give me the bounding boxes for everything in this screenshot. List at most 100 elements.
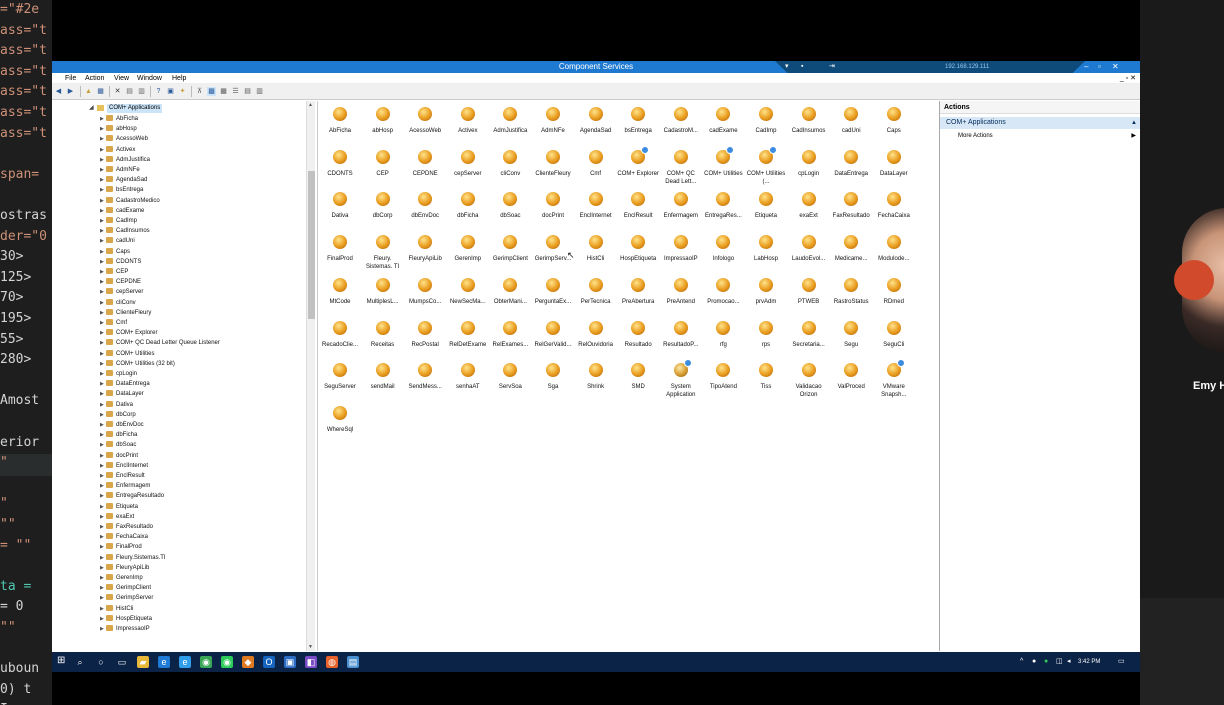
mstsc-icon[interactable]: ▤ [347, 656, 359, 668]
application-item[interactable]: FaxResultado [830, 192, 872, 220]
show-hide-tree-icon[interactable]: ▦ [96, 87, 105, 96]
application-item[interactable]: abHosp [362, 107, 404, 135]
tree-item[interactable]: ▶ docPrint [100, 451, 138, 461]
forward-icon[interactable]: ▶ [66, 87, 75, 96]
chrome-icon[interactable]: ◉ [200, 656, 212, 668]
application-item[interactable]: VMware Snapsh... [873, 359, 915, 399]
scroll-down-icon[interactable]: ▼ [308, 644, 313, 650]
application-item[interactable]: AgendaSad [575, 107, 617, 135]
application-item[interactable]: SMD [617, 363, 659, 391]
application-item[interactable]: System Application [660, 359, 702, 399]
tree-item[interactable]: ▶ Fleury.Sistemas.TI [100, 553, 166, 563]
application-item[interactable]: CDONTS [319, 149, 361, 178]
application-item[interactable]: Promocao... [702, 277, 744, 306]
large-icons-icon[interactable]: ▩ [207, 87, 216, 96]
tree-item[interactable]: ▶ cpLogin [100, 369, 137, 379]
whatsapp-tray-icon[interactable]: ● [1044, 657, 1048, 667]
application-item[interactable]: Tiss [745, 363, 787, 391]
application-item[interactable]: RelDetExame [447, 320, 489, 349]
tree-item[interactable]: ▶ COM+ Utilities [100, 349, 155, 359]
tree-root-com-applications[interactable]: COM+ Applications [107, 104, 163, 113]
application-item[interactable]: cepServer [447, 149, 489, 178]
small-icons-icon[interactable]: ▦ [219, 87, 228, 96]
search-icon[interactable]: ⌕ [74, 656, 86, 668]
application-item[interactable]: Validacao Orizon [788, 363, 830, 399]
tree-item[interactable]: ▶ dbFicha [100, 430, 137, 440]
folder-up-icon[interactable]: ▲ [84, 87, 93, 96]
tree-item[interactable]: ▶ CDONTS [100, 257, 141, 267]
application-item[interactable]: Activex [447, 107, 489, 135]
tree-item[interactable]: ▶ Enfermagem [100, 481, 150, 491]
tree-item[interactable]: ▶ HistCli [100, 604, 133, 614]
microphone-icon[interactable]: ● [1032, 657, 1036, 667]
tree-item[interactable]: ▶ CadastroMedico [100, 196, 160, 206]
tree-item[interactable]: ▶ CadImp [100, 216, 137, 226]
application-item[interactable]: dbCorp [362, 192, 404, 220]
application-item[interactable]: cadExame [702, 107, 744, 135]
tree-item[interactable]: ▶ DataLayer [100, 389, 144, 399]
tree-item[interactable]: ▶ dbSoac [100, 440, 136, 450]
sql-icon[interactable]: ◆ [242, 656, 254, 668]
application-item[interactable]: Medicame... [830, 235, 872, 263]
application-item[interactable]: EnclInternet [575, 192, 617, 220]
application-item[interactable]: DataLayer [873, 149, 915, 178]
tree-item[interactable]: ▶ GerimpClient [100, 583, 151, 593]
application-item[interactable]: PreAbertura [617, 277, 659, 306]
mdi-controls[interactable]: _ ▫ ✕ [1120, 73, 1136, 84]
tree-item[interactable]: ▶ FechaCaixa [100, 532, 148, 542]
application-item[interactable]: Modulode... [873, 235, 915, 263]
application-item[interactable]: CEP [362, 149, 404, 178]
lock-icon[interactable]: ▪ [801, 61, 803, 73]
more-actions-link[interactable]: More Actions [958, 131, 993, 141]
menu-view[interactable]: View [114, 73, 129, 84]
more-actions-arrow-icon[interactable]: ▶ [1131, 131, 1136, 141]
menu-file[interactable]: File [65, 73, 76, 84]
application-item[interactable]: Segu [830, 320, 872, 349]
application-item[interactable]: bsEntrega [617, 107, 659, 135]
tree-item[interactable]: ▶ cadUni [100, 236, 135, 246]
file-explorer-icon[interactable]: ▰ [137, 656, 149, 668]
outlook-icon[interactable]: O [263, 656, 275, 668]
application-item[interactable]: HistCli [575, 235, 617, 263]
application-item[interactable]: DataEntrega [830, 149, 872, 178]
new-application-icon[interactable]: ✦ [178, 87, 187, 96]
application-item[interactable]: ObterMani... [489, 277, 531, 306]
application-item[interactable]: COM+ Utilities [702, 145, 744, 178]
application-item[interactable]: ServSoa [489, 363, 531, 391]
application-item[interactable]: FechaCaixa [873, 192, 915, 220]
visual-studio-icon[interactable]: ◧ [305, 656, 317, 668]
close-icon[interactable]: ✕ [1112, 61, 1119, 73]
application-item[interactable]: MumpsCo... [404, 277, 446, 306]
notifications-icon[interactable]: ▭ [1118, 657, 1125, 667]
tree-item[interactable]: ▶ cadExame [100, 206, 144, 216]
properties-icon[interactable]: ▤ [125, 87, 134, 96]
tree-item[interactable]: ▶ FinalProd [100, 542, 142, 552]
application-item[interactable]: Receitas [362, 320, 404, 349]
application-item[interactable]: MultiplesL... [362, 277, 404, 306]
application-item[interactable]: AdmNFe [532, 107, 574, 135]
tree-item[interactable]: ▶ Cmf [100, 318, 127, 328]
application-item[interactable]: SeguServer [319, 363, 361, 391]
application-item[interactable]: Fleury. Sistemas. TI [362, 235, 404, 271]
scroll-up-icon[interactable]: ▲ [308, 102, 313, 108]
tree-item[interactable]: ▶ COM+ QC Dead Letter Queue Listener [100, 338, 220, 348]
windows-start-icon[interactable]: ⊞ [57, 656, 67, 666]
application-item[interactable]: PerguntaEx... [532, 277, 574, 306]
volume-icon[interactable]: ◂ [1067, 657, 1071, 667]
application-item[interactable]: MtCode [319, 277, 361, 306]
delete-icon[interactable]: ✕ [113, 87, 122, 96]
restore-icon[interactable]: ▫ [1098, 61, 1101, 73]
tree-item[interactable]: ▶ ImpressaoIP [100, 624, 150, 634]
application-item[interactable]: RDmed [873, 277, 915, 306]
application-item[interactable]: FleuryApiLib [404, 235, 446, 263]
application-item[interactable]: Cmf [575, 149, 617, 178]
application-item[interactable]: Sga [532, 363, 574, 391]
application-item[interactable]: Dativa [319, 192, 361, 220]
tree-item[interactable]: ▶ cepServer [100, 287, 143, 297]
application-item[interactable]: TipoAtend [702, 363, 744, 391]
application-item[interactable]: RastroStatus [830, 277, 872, 306]
tree-item[interactable]: ▶ AdmNFe [100, 165, 140, 175]
application-item[interactable]: SeguCli [873, 320, 915, 349]
whatsapp-icon[interactable]: ◉ [221, 656, 233, 668]
application-item[interactable]: COM+ Utilities (... [745, 145, 787, 186]
